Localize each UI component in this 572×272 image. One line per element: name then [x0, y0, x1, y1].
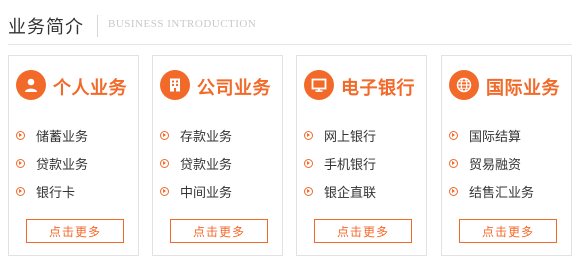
list-item[interactable]: 贸易融资	[449, 149, 534, 177]
card-item-list: 存款业务 贷款业务 中间业务	[160, 121, 232, 205]
arrow-bullet-icon	[16, 186, 25, 196]
item-label: 贷款业务	[180, 157, 233, 173]
card-head[interactable]: 国际业务	[449, 70, 569, 104]
item-label: 国际结算	[469, 129, 522, 145]
arrow-bullet-icon	[449, 186, 458, 196]
list-item[interactable]: 手机银行	[304, 149, 376, 177]
arrow-bullet-icon	[160, 158, 169, 168]
arrow-bullet-icon	[449, 130, 458, 140]
item-label: 中间业务	[180, 185, 233, 201]
card-item-list: 网上银行 手机银行 银企直联	[304, 121, 376, 205]
card-head[interactable]: 公司业务	[160, 70, 280, 104]
list-item[interactable]: 储蓄业务	[16, 121, 88, 149]
item-label: 网上银行	[324, 129, 377, 145]
list-item[interactable]: 贷款业务	[16, 149, 88, 177]
section-subtitle: BUSINESS INTRODUCTION	[108, 18, 257, 30]
arrow-bullet-icon	[304, 158, 313, 168]
arrow-bullet-icon	[16, 130, 25, 140]
card-title: 公司业务	[197, 78, 271, 99]
card-item-list: 储蓄业务 贷款业务 银行卡	[16, 121, 88, 205]
item-label: 手机银行	[324, 157, 377, 173]
title-divider	[97, 15, 98, 37]
section-header: 业务简介 BUSINESS INTRODUCTION	[0, 0, 572, 46]
monitor-icon	[304, 70, 334, 100]
card-e-banking: 电子银行 网上银行 手机银行 银企直联 点击更多	[296, 55, 427, 256]
item-label: 结售汇业务	[469, 185, 535, 201]
arrow-bullet-icon	[449, 158, 458, 168]
more-button[interactable]: 点击更多	[314, 219, 412, 243]
item-label: 贸易融资	[469, 157, 522, 173]
list-item[interactable]: 贷款业务	[160, 149, 232, 177]
section-title: 业务简介	[8, 17, 84, 38]
list-item[interactable]: 网上银行	[304, 121, 376, 149]
card-item-list: 国际结算 贸易融资 结售汇业务	[449, 121, 534, 205]
arrow-bullet-icon	[16, 158, 25, 168]
arrow-bullet-icon	[304, 186, 313, 196]
card-head[interactable]: 个人业务	[16, 70, 136, 104]
header-rule	[8, 44, 572, 45]
building-icon	[160, 70, 190, 100]
card-international-business: 国际业务 国际结算 贸易融资 结售汇业务 点击更多	[441, 55, 572, 256]
more-button[interactable]: 点击更多	[26, 219, 124, 243]
card-title: 电子银行	[341, 78, 415, 99]
card-title: 个人业务	[53, 78, 127, 99]
more-button[interactable]: 点击更多	[170, 219, 268, 243]
item-label: 储蓄业务	[36, 129, 89, 145]
globe-icon	[449, 70, 479, 100]
card-title: 国际业务	[486, 78, 560, 99]
card-head[interactable]: 电子银行	[304, 70, 424, 104]
list-item[interactable]: 国际结算	[449, 121, 534, 149]
more-button[interactable]: 点击更多	[459, 219, 557, 243]
card-corporate-business: 公司业务 存款业务 贷款业务 中间业务 点击更多	[152, 55, 283, 256]
arrow-bullet-icon	[304, 130, 313, 140]
arrow-bullet-icon	[160, 130, 169, 140]
item-label: 银行卡	[36, 185, 76, 201]
item-label: 银企直联	[324, 185, 377, 201]
list-item[interactable]: 存款业务	[160, 121, 232, 149]
item-label: 贷款业务	[36, 157, 89, 173]
list-item[interactable]: 银行卡	[16, 177, 88, 205]
card-personal-business: 个人业务 储蓄业务 贷款业务 银行卡 点击更多	[8, 55, 139, 256]
list-item[interactable]: 银企直联	[304, 177, 376, 205]
list-item[interactable]: 中间业务	[160, 177, 232, 205]
person-icon	[16, 70, 46, 100]
list-item[interactable]: 结售汇业务	[449, 177, 534, 205]
arrow-bullet-icon	[160, 186, 169, 196]
item-label: 存款业务	[180, 129, 233, 145]
